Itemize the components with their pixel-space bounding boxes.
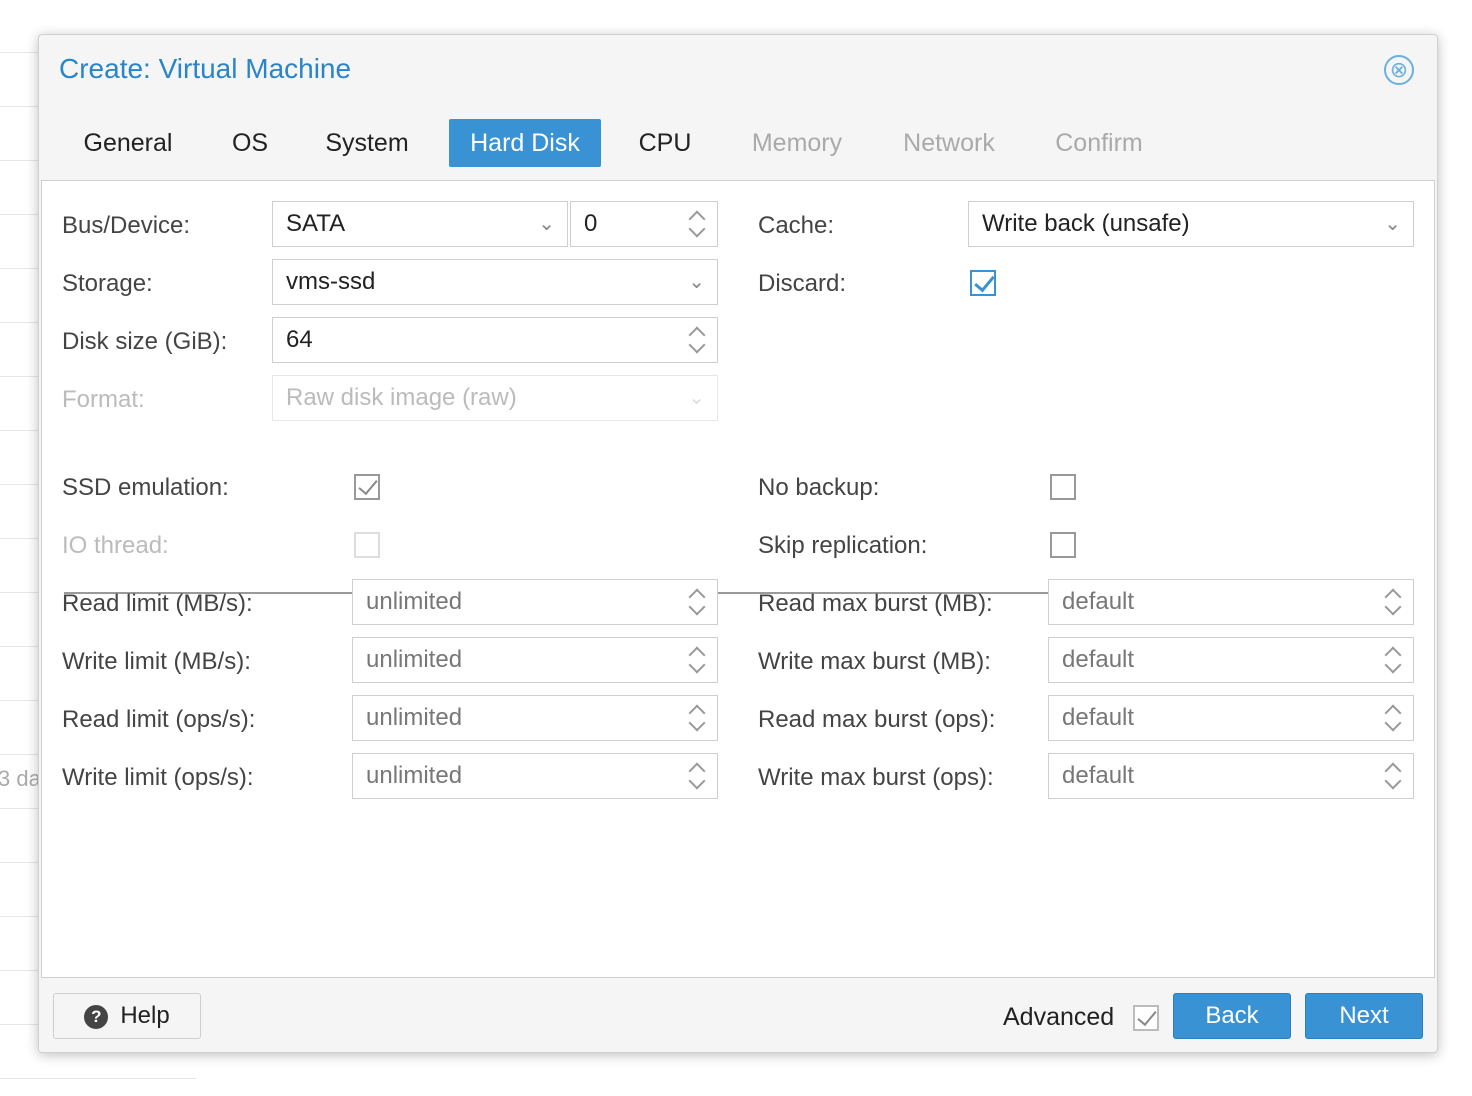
write-burst-ops-value: default xyxy=(1062,762,1135,789)
help-icon: ? xyxy=(84,1004,109,1029)
bus-value: SATA xyxy=(286,210,346,237)
read-burst-mb-value: default xyxy=(1062,588,1135,615)
write-burst-ops-label: Write max burst (ops): xyxy=(758,764,994,791)
spinner-icon[interactable] xyxy=(687,760,705,792)
skip-replication-checkbox[interactable] xyxy=(1050,532,1076,558)
skip-replication-label: Skip replication: xyxy=(758,532,928,559)
bus-device-label: Bus/Device: xyxy=(62,212,191,239)
bus-select[interactable]: SATA ⌄ xyxy=(272,201,568,247)
tab-system[interactable]: System xyxy=(309,119,425,167)
read-limit-mb-label: Read limit (MB/s): xyxy=(62,590,253,617)
disk-size-label: Disk size (GiB): xyxy=(62,328,228,355)
create-vm-dialog: Create: Virtual Machine ⊗ General OS Sys… xyxy=(38,34,1438,1053)
write-burst-mb-input[interactable]: default xyxy=(1048,637,1414,683)
io-thread-label: IO thread: xyxy=(62,532,169,559)
background-partial-text: 3 da xyxy=(0,766,41,791)
no-backup-label: No backup: xyxy=(758,474,880,501)
spinner-icon[interactable] xyxy=(687,324,705,356)
read-limit-ops-label: Read limit (ops/s): xyxy=(62,706,256,733)
discard-checkbox[interactable] xyxy=(970,270,996,296)
storage-value: vms-ssd xyxy=(286,268,376,295)
spinner-icon[interactable] xyxy=(1383,760,1401,792)
io-thread-checkbox xyxy=(354,532,380,558)
format-label: Format: xyxy=(62,386,145,413)
read-burst-mb-input[interactable]: default xyxy=(1048,579,1414,625)
read-burst-ops-label: Read max burst (ops): xyxy=(758,706,996,733)
advanced-checkbox[interactable] xyxy=(1133,1005,1159,1031)
write-limit-mb-label: Write limit (MB/s): xyxy=(62,648,251,675)
storage-label: Storage: xyxy=(62,270,153,297)
discard-label: Discard: xyxy=(758,270,847,297)
background-list xyxy=(0,0,38,1096)
background-divider xyxy=(0,1078,196,1079)
format-select: Raw disk image (raw) ⌄ xyxy=(272,375,718,421)
dialog-title: Create: Virtual Machine xyxy=(59,53,352,84)
chevron-down-icon: ⌄ xyxy=(688,271,705,293)
spinner-icon[interactable] xyxy=(687,644,705,676)
device-value: 0 xyxy=(584,210,598,237)
tab-hard-disk[interactable]: Hard Disk xyxy=(449,119,601,167)
cache-value: Write back (unsafe) xyxy=(982,210,1190,237)
chevron-down-icon: ⌄ xyxy=(538,213,555,235)
tab-os[interactable]: OS xyxy=(219,119,281,167)
write-limit-ops-value: unlimited xyxy=(366,762,463,789)
ssd-emulation-label: SSD emulation: xyxy=(62,474,229,501)
read-limit-ops-value: unlimited xyxy=(366,704,463,731)
read-burst-ops-value: default xyxy=(1062,704,1135,731)
tab-general[interactable]: General xyxy=(63,119,193,167)
cache-select[interactable]: Write back (unsafe) ⌄ xyxy=(968,201,1414,247)
write-limit-ops-label: Write limit (ops/s): xyxy=(62,764,254,791)
write-burst-mb-label: Write max burst (MB): xyxy=(758,648,991,675)
cache-label: Cache: xyxy=(758,212,835,239)
write-burst-ops-input[interactable]: default xyxy=(1048,753,1414,799)
disk-size-value: 64 xyxy=(286,326,313,353)
help-button[interactable]: ? Help xyxy=(53,993,201,1039)
write-limit-ops-input[interactable]: unlimited xyxy=(352,753,718,799)
spinner-icon[interactable] xyxy=(1383,702,1401,734)
read-limit-mb-value: unlimited xyxy=(366,588,463,615)
tab-confirm: Confirm xyxy=(1055,129,1143,157)
read-burst-ops-input[interactable]: default xyxy=(1048,695,1414,741)
spinner-icon[interactable] xyxy=(1383,644,1401,676)
disk-size-input[interactable]: 64 xyxy=(272,317,718,363)
spinner-icon[interactable] xyxy=(687,586,705,618)
device-number-input[interactable]: 0 xyxy=(570,201,718,247)
read-limit-ops-input[interactable]: unlimited xyxy=(352,695,718,741)
spinner-icon[interactable] xyxy=(1383,586,1401,618)
chevron-down-icon: ⌄ xyxy=(688,387,705,409)
write-burst-mb-value: default xyxy=(1062,646,1135,673)
tab-network: Network xyxy=(903,129,995,157)
tab-memory: Memory xyxy=(751,129,843,157)
write-limit-mb-value: unlimited xyxy=(366,646,463,673)
back-button[interactable]: Back xyxy=(1173,993,1291,1039)
format-value: Raw disk image (raw) xyxy=(286,384,517,411)
help-label: Help xyxy=(120,1002,170,1029)
hard-disk-panel: Bus/Device: SATA ⌄ 0 Storage: vms-ssd ⌄ … xyxy=(41,180,1435,978)
advanced-label: Advanced xyxy=(1003,1003,1115,1031)
tab-cpu[interactable]: CPU xyxy=(627,119,703,167)
no-backup-checkbox[interactable] xyxy=(1050,474,1076,500)
spinner-icon[interactable] xyxy=(687,702,705,734)
write-limit-mb-input[interactable]: unlimited xyxy=(352,637,718,683)
ssd-emulation-checkbox[interactable] xyxy=(354,474,380,500)
next-button[interactable]: Next xyxy=(1305,993,1423,1039)
read-limit-mb-input[interactable]: unlimited xyxy=(352,579,718,625)
read-burst-mb-label: Read max burst (MB): xyxy=(758,590,993,617)
close-icon[interactable]: ⊗ xyxy=(1384,55,1414,85)
storage-select[interactable]: vms-ssd ⌄ xyxy=(272,259,718,305)
spinner-icon[interactable] xyxy=(687,208,705,240)
chevron-down-icon: ⌄ xyxy=(1384,213,1401,235)
